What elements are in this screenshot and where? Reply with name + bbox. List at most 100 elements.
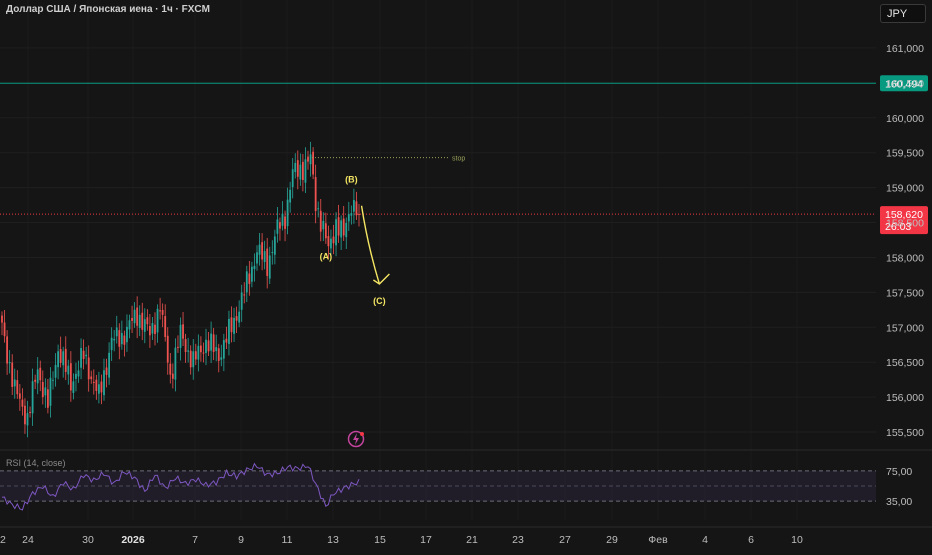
candle-body: [128, 320, 131, 330]
candle-body: [136, 307, 139, 326]
candle-body: [322, 220, 325, 230]
x-tick-label: 4: [702, 534, 708, 546]
candle-body: [324, 223, 327, 239]
x-tick-label: 9: [238, 534, 244, 546]
candle-body: [207, 340, 210, 352]
main-panel-bg: [0, 0, 932, 450]
candle-body: [281, 213, 284, 226]
x-tick-label: 30: [82, 534, 94, 546]
candle-body: [95, 379, 98, 391]
candle-body: [355, 201, 358, 216]
candle-body: [174, 347, 177, 380]
x-tick-label: 12: [0, 534, 6, 546]
candle-body: [182, 324, 184, 339]
candle-body: [57, 351, 59, 368]
candle-body: [256, 252, 258, 264]
candle-body: [253, 265, 256, 270]
candle-body: [72, 381, 75, 393]
chart-container[interactable]: 160,494 158,620 26:03 stop (A) (B) (C) 161,00…: [0, 0, 932, 550]
candle-body: [92, 381, 95, 383]
candle-body: [47, 389, 49, 408]
candle-body: [149, 326, 151, 336]
candle-body: [141, 312, 144, 330]
candle-body: [90, 376, 93, 380]
candle-body: [184, 339, 187, 353]
candle-body: [238, 311, 241, 323]
candle-body: [77, 370, 80, 377]
candle-body: [353, 200, 355, 212]
candle-body: [69, 363, 72, 391]
candle-body: [164, 316, 167, 337]
candle-body: [337, 217, 340, 236]
symbol-title[interactable]: Доллар США / Японская иена · 1ч · FXCM: [6, 4, 210, 15]
candle-body: [187, 350, 190, 352]
candle-body: [189, 350, 192, 368]
candle-body: [299, 164, 302, 180]
candle-body: [314, 177, 317, 212]
candle-body: [233, 317, 235, 334]
candle-body: [169, 363, 172, 375]
candle-body: [44, 387, 47, 396]
price-chart[interactable]: 160,494158,62026:03 stop(A)(B)(C) 161,00…: [0, 0, 932, 550]
x-tick-label: 2026: [121, 534, 145, 546]
candle-body: [177, 346, 179, 348]
y-tick-label: 160,000: [886, 113, 924, 125]
candle-body: [179, 324, 182, 348]
candle-body: [248, 273, 251, 284]
candle-body: [317, 208, 320, 210]
candle-body: [240, 292, 243, 310]
candle-body: [36, 369, 39, 384]
y-tick-label: 159,000: [886, 183, 924, 195]
candle-body: [143, 319, 146, 332]
candle-body: [225, 338, 228, 343]
x-tick-label: 13: [327, 534, 339, 546]
candle-body: [271, 252, 274, 254]
candle-body: [98, 384, 100, 394]
candle-body: [39, 367, 42, 381]
candle-body: [319, 210, 322, 232]
wave-label[interactable]: (B): [345, 175, 358, 185]
y-tick-label: 156,000: [886, 392, 924, 404]
candle-body: [113, 338, 116, 341]
y-tick-label: 155,500: [886, 427, 924, 439]
wave-label[interactable]: (C): [373, 296, 386, 306]
candle-body: [108, 352, 110, 378]
y-tick-label: 161,000: [886, 43, 924, 55]
x-tick-label: 21: [466, 534, 478, 546]
rsi-label[interactable]: RSI (14, close): [6, 458, 66, 468]
x-tick-label: 15: [374, 534, 386, 546]
candle-body: [268, 255, 271, 279]
candle-body: [82, 350, 85, 360]
candle-body: [296, 160, 299, 177]
candle-body: [151, 323, 154, 334]
candle-body: [312, 151, 314, 175]
wave-label[interactable]: (A): [320, 252, 333, 262]
candle-body: [34, 379, 37, 382]
candle-body: [276, 219, 279, 234]
candle-body: [200, 345, 202, 353]
candle-body: [261, 242, 263, 260]
candle-body: [192, 351, 195, 368]
candle-body: [286, 199, 289, 227]
candle-body: [222, 340, 225, 359]
candle-body: [245, 271, 248, 293]
grid: [0, 0, 932, 520]
candle-body: [29, 411, 31, 413]
candle-body: [8, 362, 11, 364]
candle-body: [146, 317, 149, 325]
currency-button[interactable]: JPY: [880, 4, 926, 23]
candle-body: [105, 367, 108, 375]
y-tick-label: 160,500: [886, 78, 924, 90]
candle-body: [131, 317, 133, 321]
candle-body: [31, 381, 34, 414]
y-tick-label: 158,500: [886, 218, 924, 230]
y-tick-label: 157,000: [886, 322, 924, 334]
candle-body: [294, 162, 297, 173]
candle-body: [327, 236, 330, 247]
candle-body: [358, 213, 360, 215]
candle-body: [235, 316, 238, 321]
candle-body: [103, 370, 105, 396]
candle-body: [138, 314, 141, 328]
candle-body: [210, 333, 212, 351]
candle-body: [49, 377, 52, 406]
